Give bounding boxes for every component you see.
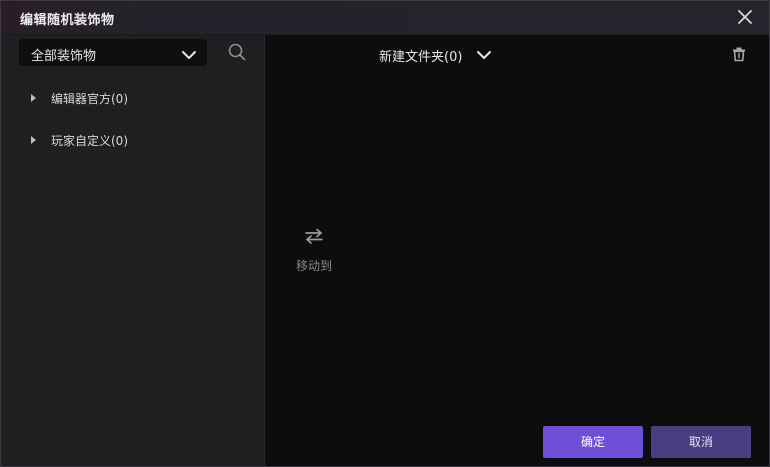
tree-item-label: 玩家自定义(0) [51,134,128,148]
category-panel: 全部装饰物 编辑器官方(0) 玩家自定义(0) [1,35,265,466]
folder-panel: 新建文件夹(0) 移动到 确定 取消 [265,35,769,466]
expand-arrow-icon[interactable] [31,94,36,102]
move-to-button[interactable]: 移动到 [289,227,339,274]
category-dropdown[interactable]: 全部装饰物 [19,39,207,66]
close-button[interactable] [735,7,755,27]
trash-icon [733,47,745,62]
expand-arrow-icon[interactable] [31,136,36,144]
dialog-title: 编辑随机装饰物 [20,13,115,28]
close-icon [738,10,752,24]
chevron-down-icon [181,46,197,65]
cancel-button[interactable]: 取消 [651,426,751,458]
folder-dropdown-value: 新建文件夹(0) [379,50,463,65]
edit-random-decoration-dialog: 编辑随机装饰物 全部装饰物 编辑器官方(0) 玩家自定义(0) 新建文件夹(0)… [0,0,770,467]
title-bar: 编辑随机装饰物 [1,1,769,35]
category-dropdown-value: 全部装饰物 [31,49,97,64]
search-button[interactable] [227,42,247,62]
confirm-button[interactable]: 确定 [543,426,643,458]
folder-dropdown[interactable]: 新建文件夹(0) [379,45,492,67]
move-to-label: 移动到 [295,259,332,273]
tree-item-label: 编辑器官方(0) [51,92,128,106]
search-icon [228,43,246,61]
swap-arrows-icon [305,228,323,244]
delete-folder-button[interactable] [731,46,747,62]
chevron-down-icon [476,46,492,65]
